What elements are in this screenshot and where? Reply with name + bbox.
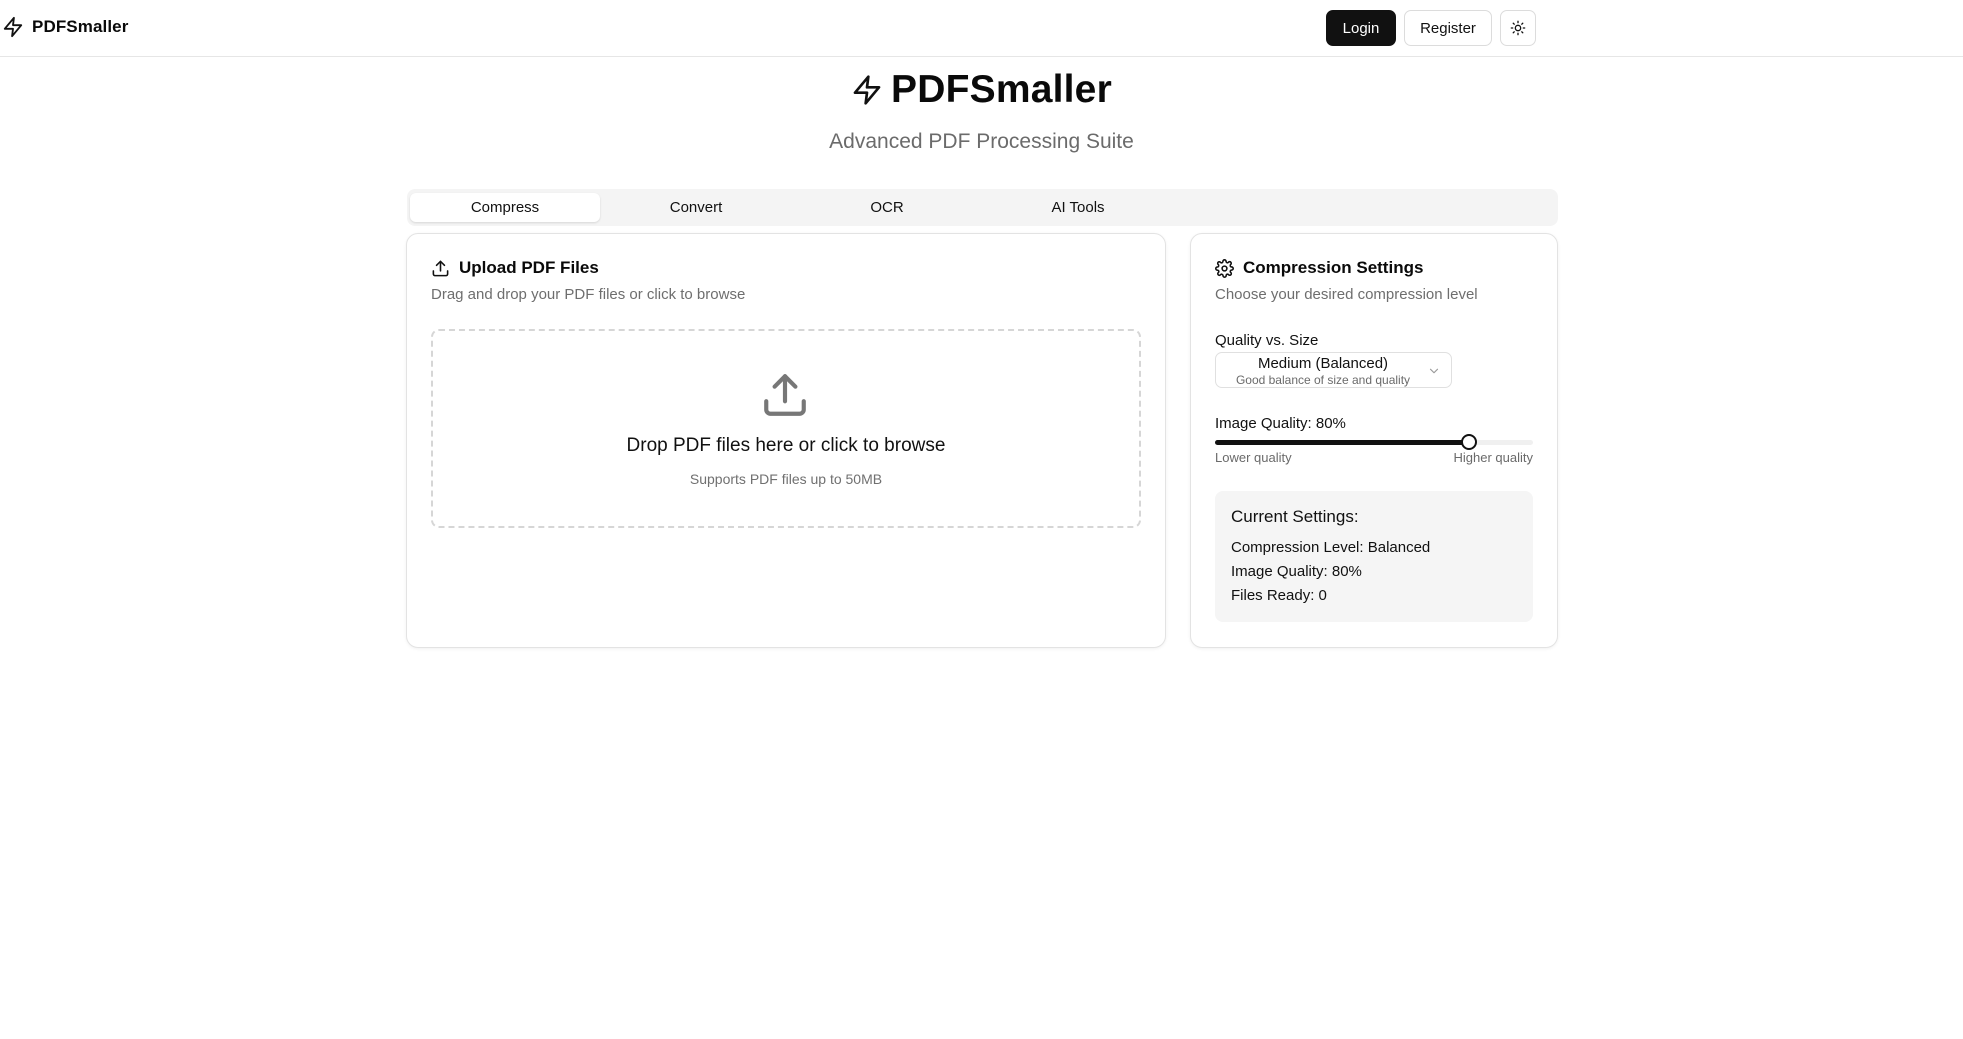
login-button[interactable]: Login bbox=[1326, 10, 1396, 46]
sun-icon bbox=[1510, 20, 1526, 36]
summary-compression-level: Compression Level: Balanced bbox=[1231, 539, 1431, 556]
top-navbar: PDFSmaller Login Register bbox=[0, 0, 1963, 57]
theme-toggle-button[interactable] bbox=[1500, 10, 1536, 46]
tab-ai-tools[interactable]: AI Tools bbox=[983, 193, 1173, 222]
quality-size-label: Quality vs. Size bbox=[1215, 332, 1319, 349]
dropzone-title: Drop PDF files here or click to browse bbox=[626, 435, 946, 456]
tab-convert[interactable]: Convert bbox=[601, 193, 791, 222]
select-value-description: Good balance of size and quality bbox=[1235, 373, 1411, 387]
summary-image-quality: Image Quality: 80% bbox=[1231, 563, 1362, 580]
compression-settings-card: Compression Settings Choose your desired… bbox=[1190, 233, 1558, 648]
select-value: Medium (Balanced) bbox=[1257, 355, 1389, 372]
chevron-down-icon bbox=[1429, 368, 1439, 374]
brand-name: PDFSmaller bbox=[32, 17, 129, 36]
image-quality-label: Image Quality: 80% bbox=[1215, 415, 1346, 432]
zap-icon bbox=[853, 75, 881, 105]
tab-list: Compress Convert OCR AI Tools bbox=[407, 189, 1558, 226]
compression-level-select[interactable]: Medium (Balanced) Good balance of size a… bbox=[1215, 352, 1452, 388]
gear-icon bbox=[1215, 258, 1234, 278]
dropzone-subtitle: Supports PDF files up to 50MB bbox=[689, 471, 883, 487]
upload-card-title: Upload PDF Files bbox=[459, 258, 599, 277]
file-dropzone[interactable]: Drop PDF files here or click to browse S… bbox=[431, 329, 1141, 528]
settings-card-description: Choose your desired compression level bbox=[1215, 286, 1478, 303]
tab-compress[interactable]: Compress bbox=[410, 193, 600, 222]
summary-title: Current Settings: bbox=[1231, 507, 1359, 526]
slider-fill bbox=[1215, 440, 1470, 445]
slider-thumb[interactable] bbox=[1461, 434, 1478, 450]
page-title: PDFSmaller bbox=[0, 68, 1963, 112]
register-button[interactable]: Register bbox=[1404, 10, 1492, 46]
upload-icon bbox=[764, 374, 806, 416]
tab-ocr[interactable]: OCR bbox=[792, 193, 982, 222]
settings-card-title: Compression Settings bbox=[1243, 258, 1424, 277]
upload-icon bbox=[432, 260, 449, 276]
slider-max-label: Higher quality bbox=[1453, 450, 1534, 465]
summary-files-ready: Files Ready: 0 bbox=[1231, 587, 1327, 604]
upload-card: Upload PDF Files Drag and drop your PDF … bbox=[406, 233, 1166, 648]
hero-subtitle: Advanced PDF Processing Suite bbox=[829, 130, 1134, 153]
brand-link[interactable]: PDFSmaller bbox=[2, 16, 128, 38]
slider-min-label: Lower quality bbox=[1215, 450, 1292, 465]
current-settings-summary: Current Settings: Compression Level: Bal… bbox=[1215, 491, 1533, 622]
upload-card-description: Drag and drop your PDF files or click to… bbox=[431, 286, 746, 303]
zap-icon bbox=[3, 16, 23, 38]
upload-card-header: Upload PDF Files bbox=[431, 258, 599, 278]
settings-card-header: Compression Settings bbox=[1215, 258, 1423, 278]
hero-title: PDFSmaller bbox=[891, 68, 1112, 111]
